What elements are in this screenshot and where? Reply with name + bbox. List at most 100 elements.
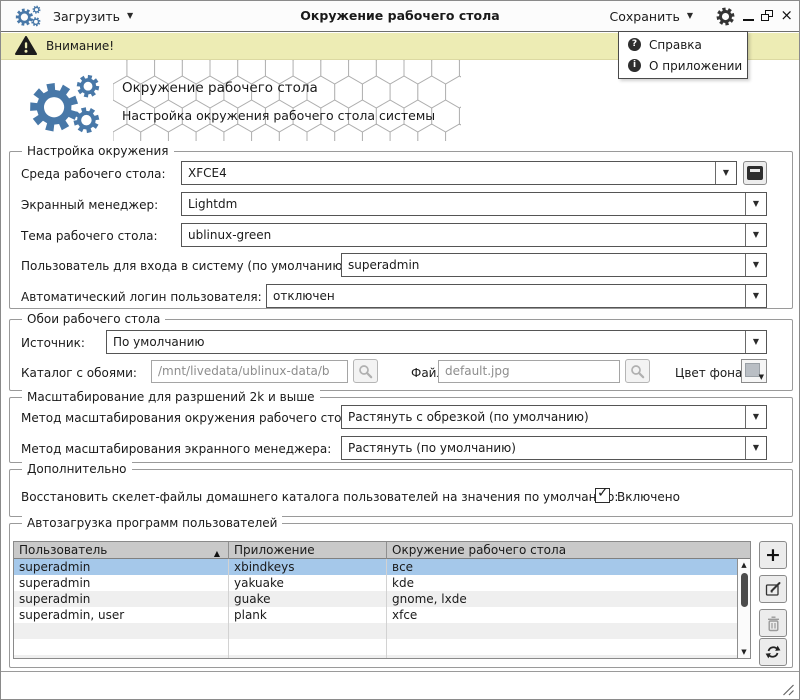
save-button-label: Сохранить <box>610 9 680 24</box>
status-bar <box>1 672 799 700</box>
restore-skel-checkbox-label: Включено <box>617 490 680 504</box>
wallpaper-source-combo[interactable]: По умолчанию ▼ <box>106 330 767 354</box>
restore-skel-checkbox[interactable]: ✓ <box>595 488 610 503</box>
table-row[interactable] <box>14 623 739 639</box>
table-cell <box>387 655 739 659</box>
warning-label: Внимание! <box>46 39 114 53</box>
table-row[interactable]: superadmin, userplankxfce <box>14 607 739 623</box>
archive-box-icon <box>747 166 763 180</box>
menu-item-help-label: Справка <box>649 38 702 52</box>
app-logo-gears <box>25 73 109 135</box>
table-row[interactable] <box>14 639 739 655</box>
scroll-down-icon[interactable]: ▼ <box>738 648 750 656</box>
desktop-scaling-value: Растянуть с обрезкой (по умолчанию) <box>348 406 589 428</box>
chevron-down-icon: ▼ <box>753 231 759 239</box>
default-login-user-combo[interactable]: superadmin ▼ <box>341 253 767 277</box>
autologin-value: отключен <box>273 285 335 307</box>
restore-icon[interactable] <box>761 10 773 21</box>
search-icon <box>630 364 645 379</box>
table-cell <box>229 655 387 659</box>
desktop-scaling-label: Метод масштабирования окружения рабочего… <box>21 411 361 425</box>
table-cell: plank <box>229 607 387 623</box>
table-cell: guake <box>229 591 387 607</box>
wallpaper-dir-browse-button[interactable] <box>353 359 378 383</box>
chevron-down-icon: ▼ <box>753 292 759 300</box>
save-button[interactable]: Сохранить ▼ <box>610 4 693 28</box>
environment-packages-button[interactable] <box>743 161 767 185</box>
table-cell <box>387 623 739 639</box>
delete-autostart-button[interactable] <box>759 609 787 637</box>
minimize-icon[interactable] <box>743 19 754 21</box>
bg-color-picker-button[interactable]: ▼ <box>741 359 767 383</box>
resize-grip[interactable] <box>779 682 795 697</box>
column-header-app[interactable]: Приложение <box>229 542 387 559</box>
default-login-user-value: superadmin <box>348 254 419 276</box>
page-subtitle: Настройка окружения рабочего стола систе… <box>122 108 435 123</box>
scrollbar-thumb[interactable] <box>741 573 748 607</box>
wallpaper-source-label: Источник: <box>21 336 85 350</box>
window-controls: × <box>743 10 793 21</box>
chevron-down-icon: ▼ <box>759 373 764 381</box>
wallpaper-dir-label: Каталог с обоями: <box>21 366 137 380</box>
table-cell: superadmin, user <box>14 607 229 623</box>
wallpaper-file-browse-button[interactable] <box>625 359 650 383</box>
warning-triangle-icon <box>15 36 37 56</box>
check-icon: ✓ <box>597 485 609 501</box>
table-row[interactable]: superadminxbindkeysвсе <box>14 559 739 575</box>
bg-color-label: Цвет фона: <box>675 366 746 380</box>
help-circle-icon: ? <box>628 38 641 51</box>
table-row[interactable]: superadminguakegnome, lxde <box>14 591 739 607</box>
settings-menu: ? Справка i О приложении <box>618 31 748 79</box>
desktop-environment-label: Среда рабочего стола: <box>21 167 166 181</box>
table-scrollbar[interactable]: ▲ ▼ <box>737 559 750 658</box>
menu-item-about[interactable]: i О приложении <box>619 55 747 76</box>
settings-gear-icon[interactable] <box>716 7 735 26</box>
desktop-environment-combo[interactable]: XFCE4 ▼ <box>181 161 737 185</box>
table-cell: yakuake <box>229 575 387 591</box>
wallpaper-source-value: По умолчанию <box>113 331 205 353</box>
desktop-theme-label: Тема рабочего стола: <box>21 229 158 243</box>
chevron-down-icon: ▼ <box>687 12 693 20</box>
sort-asc-icon: ▲ <box>214 546 220 562</box>
refresh-autostart-button[interactable] <box>759 638 787 666</box>
toolbar: Загрузить ▼ Окружение рабочего стола Сох… <box>1 1 799 32</box>
table-cell: superadmin <box>14 559 229 575</box>
table-cell: kde <box>387 575 739 591</box>
plus-icon: + <box>765 546 781 565</box>
table-cell: gnome, lxde <box>387 591 739 607</box>
autologin-label: Автоматический логин пользователя: <box>21 290 262 304</box>
table-cell <box>387 639 739 655</box>
display-manager-label: Экранный менеджер: <box>21 198 158 212</box>
table-cell: все <box>387 559 739 575</box>
wallpaper-dir-input[interactable]: /mnt/livedata/ublinux-data/b <box>151 360 348 383</box>
wallpaper-file-input[interactable]: default.jpg <box>438 360 620 383</box>
info-circle-icon: i <box>628 59 641 72</box>
chevron-down-icon: ▼ <box>723 169 729 177</box>
menu-item-help[interactable]: ? Справка <box>619 34 747 55</box>
menu-item-about-label: О приложении <box>649 59 742 73</box>
scroll-up-icon[interactable]: ▲ <box>738 561 750 569</box>
desktop-scaling-combo[interactable]: Растянуть с обрезкой (по умолчанию) ▼ <box>341 405 767 429</box>
chevron-down-icon: ▼ <box>753 338 759 346</box>
display-manager-combo[interactable]: Lightdm ▼ <box>181 192 767 216</box>
column-header-user[interactable]: Пользователь ▲ <box>14 542 229 559</box>
autologin-combo[interactable]: отключен ▼ <box>266 284 767 308</box>
close-icon[interactable]: × <box>780 10 793 21</box>
column-header-env[interactable]: Окружение рабочего стола <box>387 542 750 559</box>
autostart-table: Пользователь ▲ Приложение Окружение рабо… <box>13 541 751 659</box>
table-row[interactable] <box>14 655 739 659</box>
wallpaper-legend: Обои рабочего стола <box>22 312 165 327</box>
edit-pencil-icon <box>765 581 782 597</box>
environment-legend: Настройка окружения <box>22 144 174 159</box>
table-row[interactable]: superadminyakuakekde <box>14 575 739 591</box>
desktop-theme-combo[interactable]: ublinux-green ▼ <box>181 223 767 247</box>
extra-legend: Дополнительно <box>22 462 132 477</box>
chevron-down-icon: ▼ <box>753 261 759 269</box>
add-autostart-button[interactable]: + <box>759 541 787 569</box>
dm-scaling-combo[interactable]: Растянуть (по умолчанию) ▼ <box>341 436 767 460</box>
dm-scaling-value: Растянуть (по умолчанию) <box>348 437 516 459</box>
edit-autostart-button[interactable] <box>759 575 787 603</box>
chevron-down-icon: ▼ <box>753 444 759 452</box>
display-manager-value: Lightdm <box>188 193 237 215</box>
chevron-down-icon: ▼ <box>753 200 759 208</box>
